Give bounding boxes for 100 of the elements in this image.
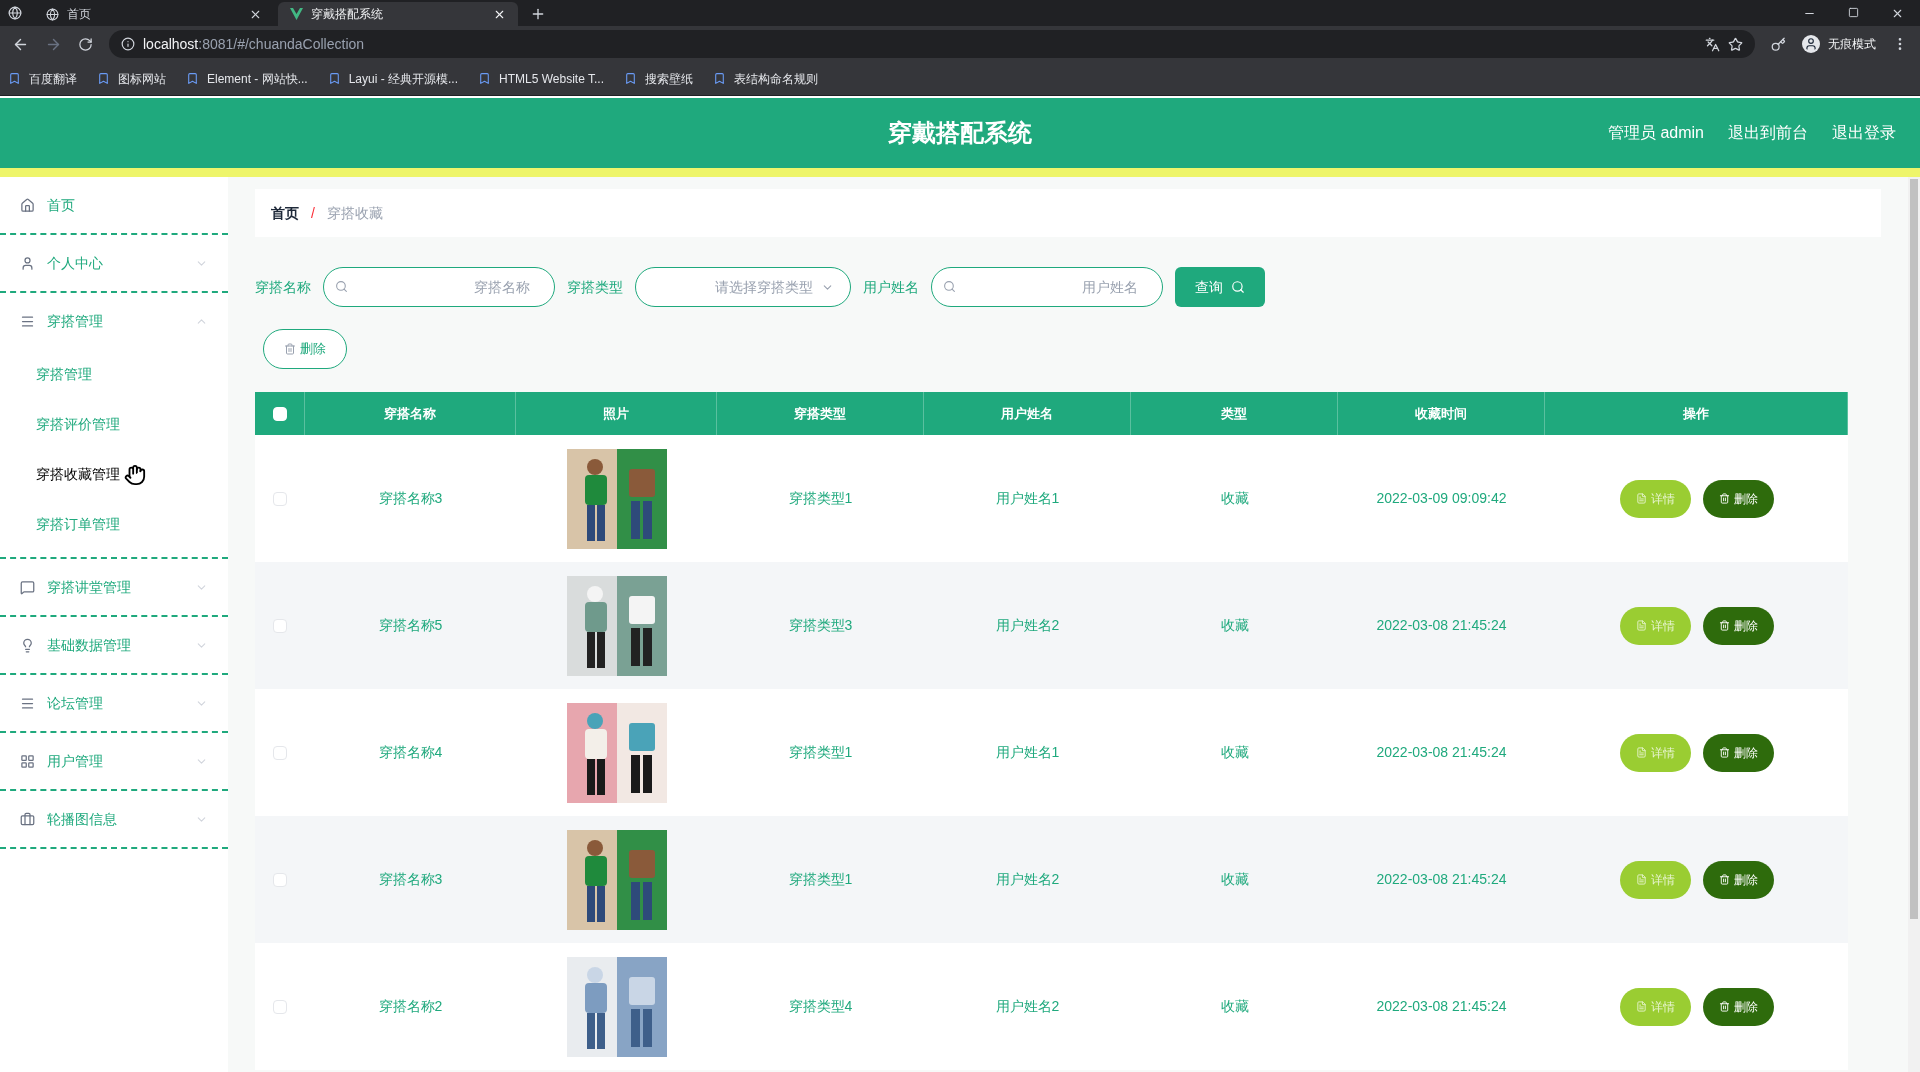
column-header: 穿搭类型 bbox=[794, 404, 846, 423]
grid-icon bbox=[20, 753, 35, 769]
browser-tab[interactable]: 穿戴搭配系统 bbox=[278, 2, 518, 26]
row-checkbox[interactable] bbox=[273, 491, 287, 506]
column-header: 操作 bbox=[1683, 404, 1709, 423]
briefcase-icon bbox=[20, 811, 35, 827]
header-link[interactable]: 退出登录 bbox=[1832, 121, 1896, 145]
sidebar-subitem[interactable]: 穿搭订单管理 bbox=[0, 499, 228, 549]
search-field[interactable]: 穿搭名称 bbox=[323, 267, 555, 307]
bookmark-icon bbox=[624, 72, 637, 85]
info-icon bbox=[121, 37, 135, 51]
sidebar-item[interactable]: 穿搭讲堂管理 bbox=[0, 559, 228, 615]
detail-button[interactable]: 详情 bbox=[1619, 606, 1691, 645]
document-icon bbox=[1635, 747, 1647, 758]
tab-title: 穿戴搭配系统 bbox=[311, 6, 384, 23]
document-icon bbox=[1635, 620, 1647, 631]
table-cell-text: 2022-03-09 09:09:42 bbox=[1376, 489, 1507, 508]
sidebar-subitem[interactable]: 穿搭收藏管理 bbox=[0, 449, 228, 499]
column-header: 类型 bbox=[1221, 404, 1247, 423]
reload-icon[interactable] bbox=[78, 36, 93, 52]
delete-button[interactable]: 删除 bbox=[1702, 479, 1774, 518]
bookmark-icon bbox=[8, 72, 21, 85]
column-header: 穿搭名称 bbox=[384, 404, 436, 423]
translate-icon[interactable] bbox=[1705, 36, 1720, 52]
row-checkbox[interactable] bbox=[273, 872, 287, 887]
bookmark-link[interactable]: 百度翻译 bbox=[8, 69, 77, 88]
bookmark-link[interactable]: Layui - 经典开源模... bbox=[327, 69, 459, 88]
search-field[interactable]: 用户姓名 bbox=[931, 267, 1163, 307]
breadcrumb-link[interactable]: 首页 bbox=[271, 202, 299, 224]
row-checkbox[interactable] bbox=[273, 745, 287, 760]
close-icon[interactable] bbox=[1891, 7, 1904, 20]
document-icon bbox=[1635, 493, 1647, 504]
trash-icon bbox=[284, 343, 296, 355]
table-cell-text: 穿搭类型4 bbox=[788, 997, 853, 1016]
pointer-cursor-icon bbox=[124, 464, 146, 486]
trash-icon bbox=[1718, 1001, 1730, 1012]
sidebar-item[interactable]: 轮播图信息 bbox=[0, 791, 228, 847]
restore-icon[interactable] bbox=[1848, 7, 1859, 18]
profile-button[interactable]: 无痕模式 bbox=[1802, 35, 1876, 53]
type-select[interactable]: 请选择穿搭类型 bbox=[635, 267, 851, 307]
detail-button[interactable]: 详情 bbox=[1619, 987, 1691, 1026]
bookmark-link[interactable]: HTML5 Website T... bbox=[478, 69, 604, 88]
new-tab-icon[interactable] bbox=[530, 6, 546, 22]
delete-button[interactable]: 删除 bbox=[1702, 606, 1774, 645]
delete-button[interactable]: 删除 bbox=[1702, 987, 1774, 1026]
v-logo-icon bbox=[290, 8, 303, 20]
filter-label: 穿搭名称 bbox=[255, 277, 311, 297]
bookmark-link[interactable]: 表结构命名规则 bbox=[713, 69, 818, 88]
delete-button[interactable]: 删除 bbox=[1702, 860, 1774, 899]
table-cell-text: 收藏 bbox=[1220, 743, 1249, 762]
row-checkbox[interactable] bbox=[273, 999, 287, 1014]
detail-button[interactable]: 详情 bbox=[1619, 479, 1691, 518]
trash-icon bbox=[1718, 874, 1730, 885]
detail-button[interactable]: 详情 bbox=[1619, 860, 1691, 899]
app-title: 穿戴搭配系统 bbox=[888, 118, 1032, 148]
chat-icon bbox=[20, 579, 35, 595]
url-text: localhost:8081/#/chuandaCollection bbox=[143, 34, 365, 54]
browser-tab[interactable]: 首页 bbox=[34, 2, 274, 26]
url-field[interactable]: localhost:8081/#/chuandaCollection bbox=[109, 30, 1755, 58]
globe-icon bbox=[8, 6, 22, 20]
header-link[interactable]: 退出到前台 bbox=[1728, 121, 1808, 145]
bookmark-link[interactable]: Element - 网站快... bbox=[186, 69, 308, 88]
detail-button[interactable]: 详情 bbox=[1619, 733, 1691, 772]
table-cell-text: 用户姓名2 bbox=[995, 616, 1060, 635]
table-cell-text: 穿搭类型1 bbox=[788, 489, 853, 508]
star-icon[interactable] bbox=[1728, 36, 1743, 52]
table-cell-text: 收藏 bbox=[1220, 616, 1249, 635]
bookmark-icon bbox=[713, 72, 726, 85]
key-icon[interactable] bbox=[1771, 36, 1786, 52]
sidebar-item[interactable]: 基础数据管理 bbox=[0, 617, 228, 673]
trash-icon bbox=[1718, 747, 1730, 758]
trash-icon bbox=[1718, 493, 1730, 504]
sidebar-subitem[interactable]: 穿搭管理 bbox=[0, 349, 228, 399]
sidebar-item[interactable]: 用户管理 bbox=[0, 733, 228, 789]
filter-label: 穿搭类型 bbox=[567, 277, 623, 297]
bookmark-icon bbox=[186, 72, 199, 85]
table-cell-text: 收藏 bbox=[1220, 489, 1249, 508]
table-cell-text: 用户姓名1 bbox=[995, 743, 1060, 762]
bookmark-link[interactable]: 搜索壁纸 bbox=[624, 69, 693, 88]
sidebar-item[interactable]: 个人中心 bbox=[0, 235, 228, 291]
delete-button[interactable]: 删除 bbox=[1702, 733, 1774, 772]
table-cell-text: 用户姓名2 bbox=[995, 997, 1060, 1016]
document-icon bbox=[1635, 874, 1647, 885]
query-button[interactable]: 查询 bbox=[1175, 267, 1265, 307]
filter-label: 用户姓名 bbox=[863, 277, 919, 297]
table-cell-text: 穿搭类型1 bbox=[788, 870, 853, 889]
table-cell-text: 穿搭类型1 bbox=[788, 743, 853, 762]
table-cell-text: 穿搭名称2 bbox=[378, 997, 443, 1016]
header-link[interactable]: 管理员 admin bbox=[1607, 121, 1704, 145]
row-checkbox[interactable] bbox=[273, 618, 287, 633]
home-icon bbox=[20, 197, 35, 213]
sidebar-item[interactable]: 穿搭管理 bbox=[0, 293, 228, 349]
delete-button[interactable]: 删除 bbox=[263, 329, 347, 369]
sidebar-item[interactable]: 首页 bbox=[0, 177, 228, 233]
column-header: 收藏时间 bbox=[1415, 404, 1467, 423]
bookmark-link[interactable]: 图标网站 bbox=[97, 69, 166, 88]
select-all-checkbox[interactable] bbox=[272, 406, 287, 421]
sidebar-subitem[interactable]: 穿搭评价管理 bbox=[0, 399, 228, 449]
table-cell-text: 2022-03-08 21:45:24 bbox=[1376, 616, 1507, 635]
sidebar-item[interactable]: 论坛管理 bbox=[0, 675, 228, 731]
